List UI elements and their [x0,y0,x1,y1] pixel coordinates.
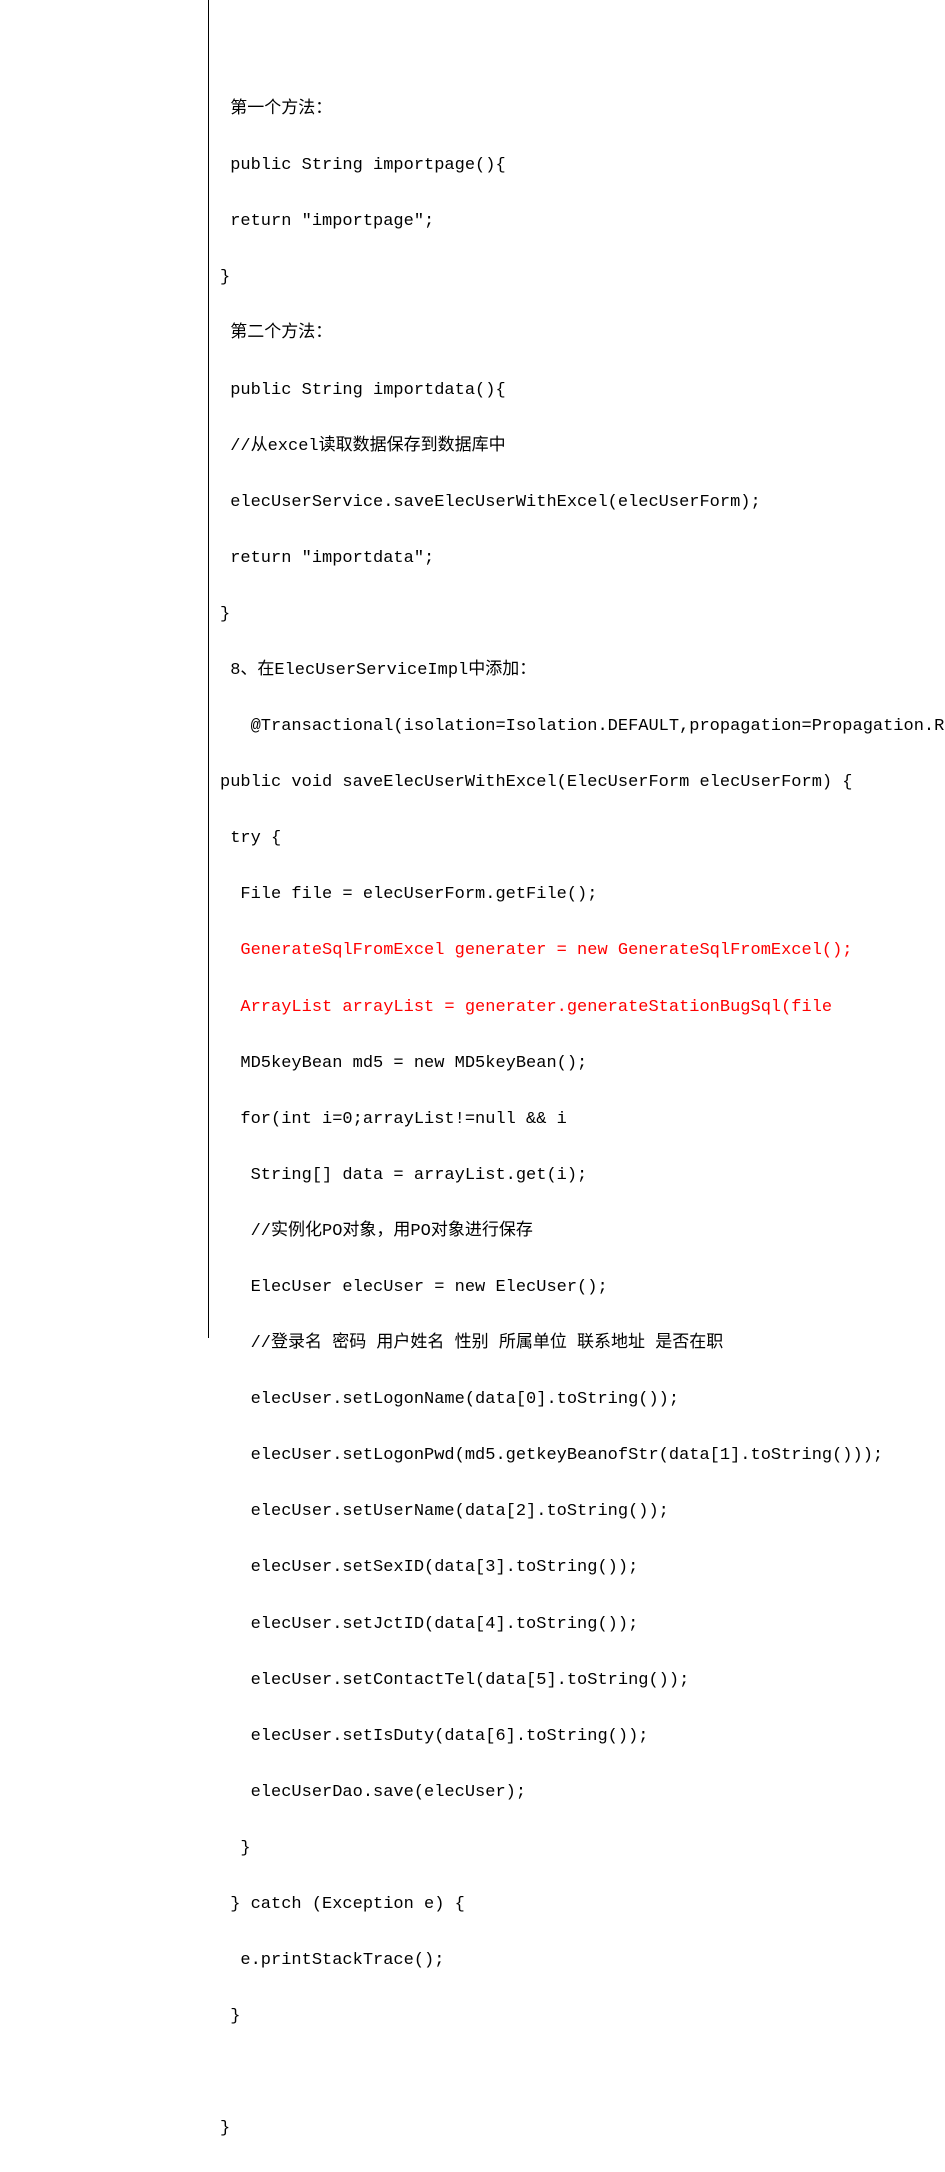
code-line: try { [220,825,925,853]
code-line: elecUserService.saveElecUserWithExcel(el… [220,489,925,517]
code-line-highlighted: ArrayList arrayList = generater.generate… [220,994,925,1022]
code-line: elecUser.setIsDuty(data[6].toString()); [220,1723,925,1751]
code-line: //登录名 密码 用户姓名 性别 所属单位 联系地址 是否在职 [220,1330,925,1358]
code-line: e.printStackTrace(); [220,1947,925,1975]
code-line: } [220,1835,925,1863]
code-line: } [220,2115,925,2143]
code-line: 8、在ElecUserServiceImpl中添加： [220,657,925,685]
code-line-highlighted: GenerateSqlFromExcel generater = new Gen… [220,937,925,965]
code-line: //从excel读取数据保存到数据库中 [220,433,925,461]
code-line: String[] data = arrayList.get(i); [220,1162,925,1190]
code-document: 第一个方法： public String importpage(){ retur… [0,0,945,2172]
code-line: //实例化PO对象，用PO对象进行保存 [220,1218,925,1246]
code-line: public void saveElecUserWithExcel(ElecUs… [220,769,925,797]
code-line: } [220,601,925,629]
code-line: for(int i=0;arrayList!=null && i [220,1106,925,1134]
code-line: return "importdata"; [220,545,925,573]
code-line: } catch (Exception e) { [220,1891,925,1919]
code-line: elecUser.setSexID(data[3].toString()); [220,1554,925,1582]
code-line: 第一个方法： [220,96,925,124]
code-line: public String importdata(){ [220,377,925,405]
code-line: elecUserDao.save(elecUser); [220,1779,925,1807]
page-left-border [208,0,209,1338]
code-line: return "importpage"; [220,208,925,236]
code-line: elecUser.setContactTel(data[5].toString(… [220,1667,925,1695]
code-line [220,2059,925,2087]
code-line: File file = elecUserForm.getFile(); [220,881,925,909]
code-line: elecUser.setJctID(data[4].toString()); [220,1611,925,1639]
code-line: ElecUser elecUser = new ElecUser(); [220,1274,925,1302]
code-line: @Transactional(isolation=Isolation.DEFAU… [220,713,925,741]
code-line: } [220,2003,925,2031]
code-line: elecUser.setLogonName(data[0].toString()… [220,1386,925,1414]
code-line: } [220,264,925,292]
code-line: MD5keyBean md5 = new MD5keyBean(); [220,1050,925,1078]
code-line: public String importpage(){ [220,152,925,180]
code-line: elecUser.setUserName(data[2].toString())… [220,1498,925,1526]
code-line: 第二个方法： [220,320,925,348]
code-line: elecUser.setLogonPwd(md5.getkeyBeanofStr… [220,1442,925,1470]
